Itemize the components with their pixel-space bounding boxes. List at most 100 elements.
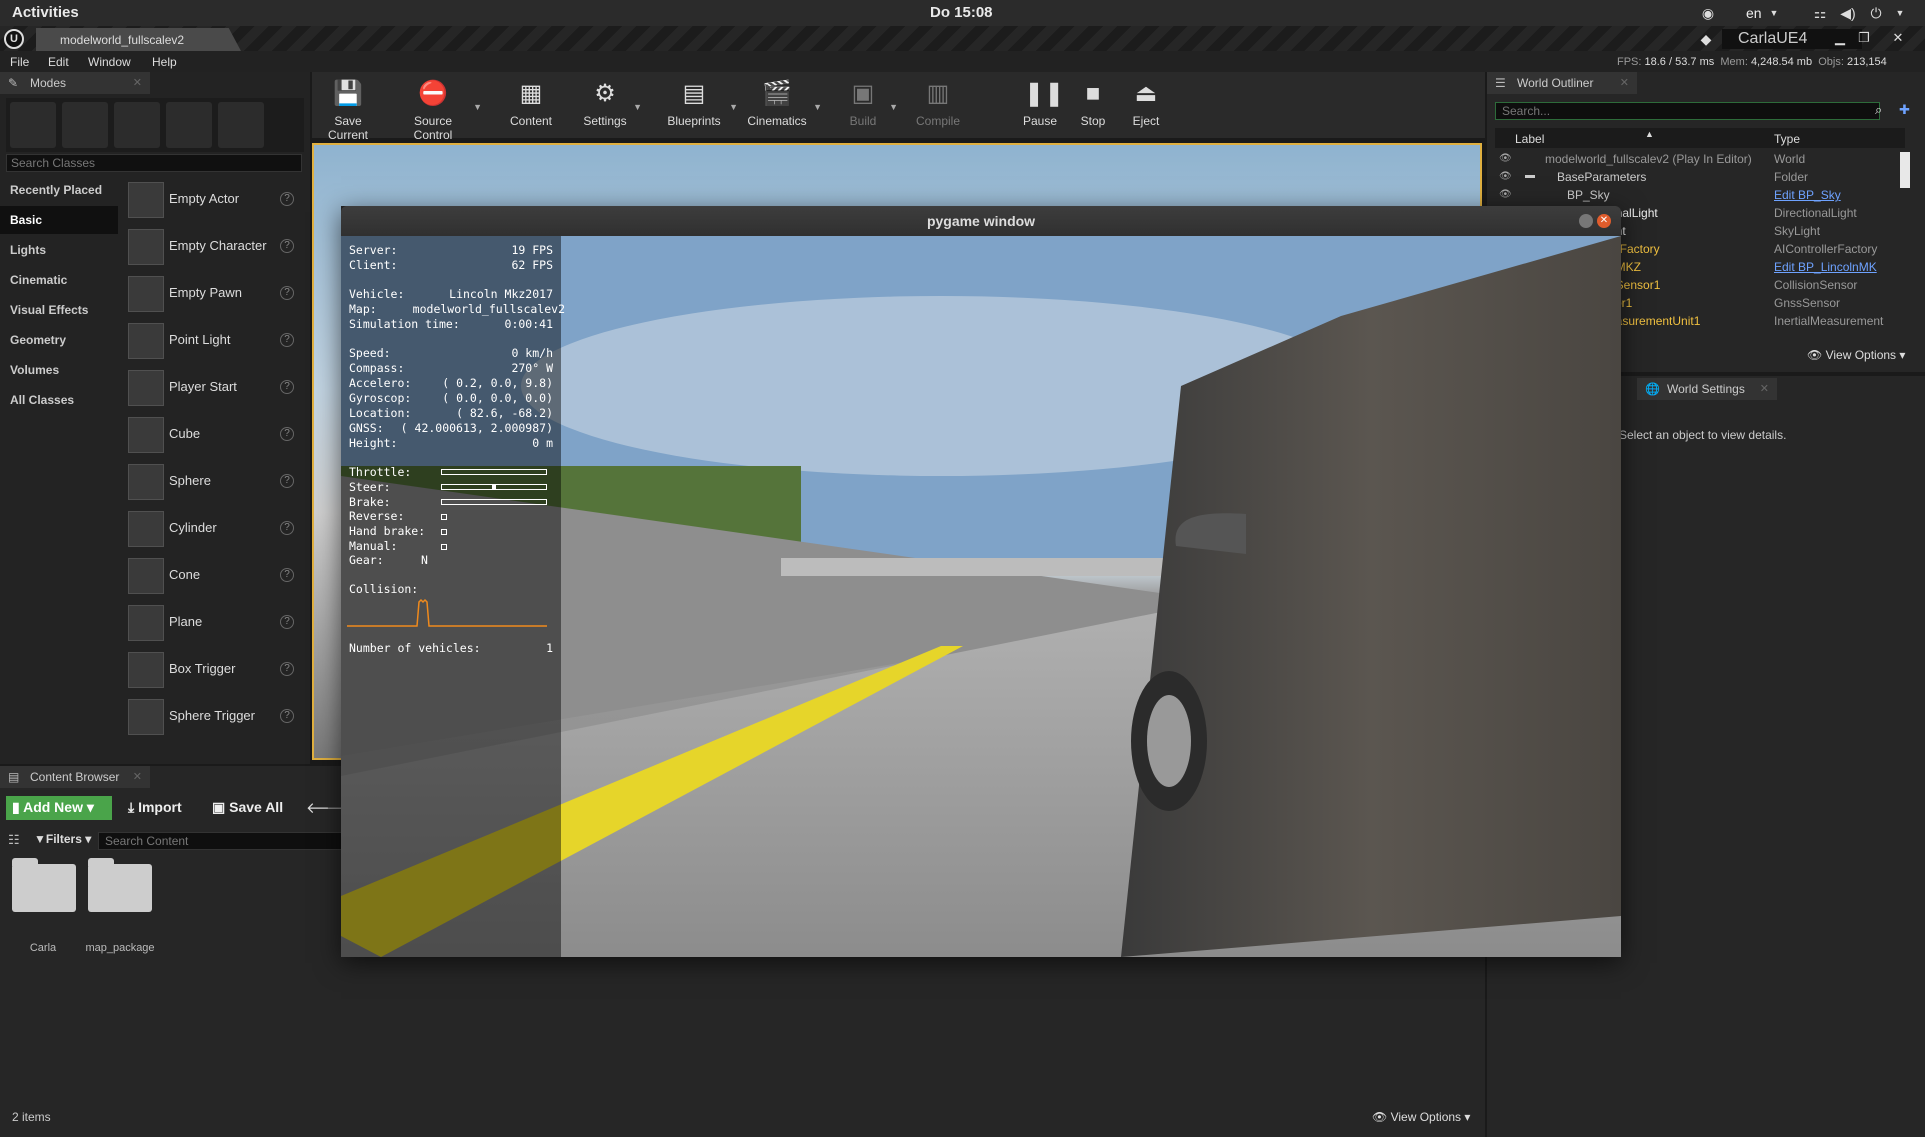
menu-window[interactable]: Window (88, 55, 131, 69)
outliner-scrollbar[interactable] (1900, 152, 1910, 188)
save-current-button[interactable]: 💾 Save Current (316, 76, 380, 142)
settings-button[interactable]: ⚙ Settings ▼ (580, 76, 642, 136)
import-button[interactable]: ⤓ Import (122, 796, 188, 820)
class-item-sphere-trigger[interactable]: Sphere Trigger? (124, 695, 302, 739)
add-folder-icon[interactable]: ✚ (1899, 102, 1910, 118)
minimize-icon[interactable]: ▁ (1828, 30, 1852, 46)
class-item-player-start[interactable]: Player Start? (124, 366, 302, 410)
eye-icon[interactable]: 👁 (1499, 189, 1512, 200)
tab-content-browser[interactable]: ▤ Content Browser ✕ (0, 766, 150, 788)
eye-icon[interactable]: 👁 (1499, 153, 1512, 164)
help-icon[interactable]: ? (280, 568, 294, 582)
search-classes-input[interactable]: Search Classes (6, 154, 302, 172)
folder-label[interactable]: map_package (80, 942, 160, 954)
restore-icon[interactable]: ❐ (1852, 30, 1876, 46)
close-icon[interactable]: ✕ (1760, 382, 1769, 395)
chevron-down-icon[interactable]: ▼ (633, 102, 642, 112)
class-item-empty-actor[interactable]: Empty Actor? (124, 178, 302, 222)
help-icon[interactable]: ? (280, 192, 294, 206)
folder-label[interactable]: Carla (3, 942, 83, 954)
place-mode-icon[interactable] (10, 102, 56, 148)
content-button[interactable]: ▦ Content (506, 76, 556, 136)
help-icon[interactable]: ? (280, 615, 294, 629)
menu-file[interactable]: File (10, 55, 29, 69)
save-all-button[interactable]: ▣ Save All (206, 796, 289, 820)
class-item-empty-character[interactable]: Empty Character? (124, 225, 302, 269)
outliner-row[interactable]: 👁 ▬ BaseParameters Folder (1495, 168, 1905, 186)
class-item-empty-pawn[interactable]: Empty Pawn? (124, 272, 302, 316)
category-lights[interactable]: Lights (0, 236, 118, 264)
tab-world-outliner[interactable]: ☰ World Outliner ✕ (1487, 72, 1637, 94)
source-control-button[interactable]: ⛔ Source Control ▼ (396, 76, 482, 142)
category-all-classes[interactable]: All Classes (0, 386, 118, 414)
class-item-cube[interactable]: Cube? (124, 413, 302, 457)
power-icon[interactable]: ⏻ (1868, 5, 1884, 21)
outliner-search-input[interactable]: Search... (1495, 102, 1880, 120)
class-item-box-trigger[interactable]: Box Trigger? (124, 648, 302, 692)
foliage-mode-icon[interactable] (166, 102, 212, 148)
help-icon[interactable]: ? (280, 286, 294, 300)
pygame-title[interactable]: pygame window (341, 206, 1621, 236)
add-new-button[interactable]: ▮ Add New ▾ (6, 796, 112, 820)
column-type[interactable]: Type (1774, 132, 1800, 146)
folder-icon[interactable] (88, 858, 152, 912)
close-icon[interactable]: ✕ (1886, 30, 1910, 46)
close-icon[interactable]: ✕ (1597, 214, 1611, 228)
help-icon[interactable]: ? (280, 333, 294, 347)
paint-mode-icon[interactable] (62, 102, 108, 148)
geometry-mode-icon[interactable] (218, 102, 264, 148)
outliner-row[interactable]: 👁 modelworld_fullscalev2 (Play In Editor)… (1495, 150, 1905, 168)
eject-button[interactable]: ⏏ Eject (1124, 76, 1168, 136)
outliner-row[interactable]: 👁 BP_Sky Edit BP_Sky (1495, 186, 1905, 204)
close-icon[interactable]: ✕ (133, 770, 142, 783)
stop-button[interactable]: ■ Stop (1074, 76, 1112, 136)
activities-button[interactable]: Activities (12, 4, 79, 21)
category-cinematic[interactable]: Cinematic (0, 266, 118, 294)
help-icon[interactable]: ? (280, 521, 294, 535)
minimize-icon[interactable] (1579, 214, 1593, 228)
feedback-icon[interactable]: ◆ (1698, 31, 1714, 47)
class-item-plane[interactable]: Plane? (124, 601, 302, 645)
column-label[interactable]: Label (1515, 132, 1544, 146)
cinematics-button[interactable]: 🎬 Cinematics ▼ (744, 76, 822, 136)
sources-toggle-icon[interactable]: ☷ (8, 832, 20, 848)
language-indicator[interactable]: en (1746, 5, 1762, 21)
edit-bp-sky-link[interactable]: Edit BP_Sky (1774, 188, 1841, 202)
discord-icon[interactable]: ◉ (1700, 5, 1716, 21)
build-button[interactable]: ▣ Build ▼ (840, 76, 898, 136)
category-basic[interactable]: Basic (0, 206, 118, 234)
category-geometry[interactable]: Geometry (0, 326, 118, 354)
category-recently-placed[interactable]: Recently Placed (0, 176, 118, 204)
tab-modes[interactable]: ✎ Modes ✕ (0, 72, 150, 94)
outliner-view-options[interactable]: 👁 View Options ▾ (1807, 348, 1905, 362)
menu-help[interactable]: Help (152, 55, 177, 69)
help-icon[interactable]: ? (280, 427, 294, 441)
eye-icon[interactable]: 👁 (1499, 171, 1512, 182)
class-item-cone[interactable]: Cone? (124, 554, 302, 598)
help-icon[interactable]: ? (280, 239, 294, 253)
class-item-cylinder[interactable]: Cylinder? (124, 507, 302, 551)
filters-button[interactable]: ▼Filters ▾ (34, 832, 91, 846)
help-icon[interactable]: ? (280, 380, 294, 394)
level-tab[interactable]: modelworld_fullscalev2 (36, 28, 241, 51)
tab-world-settings[interactable]: 🌐 World Settings ✕ (1637, 378, 1777, 400)
menu-edit[interactable]: Edit (48, 55, 69, 69)
pause-button[interactable]: ❚❚ Pause (1018, 76, 1064, 136)
landscape-mode-icon[interactable] (114, 102, 160, 148)
blueprints-button[interactable]: ▤ Blueprints ▼ (662, 76, 738, 136)
edit-bp-lincoln-link[interactable]: Edit BP_LincolnMK (1774, 260, 1877, 274)
close-icon[interactable]: ✕ (133, 76, 142, 89)
close-icon[interactable]: ✕ (1620, 76, 1629, 89)
chevron-down-icon[interactable]: ▼ (813, 102, 822, 112)
system-clock[interactable]: Do 15:08 (930, 4, 993, 21)
class-item-point-light[interactable]: Point Light? (124, 319, 302, 363)
help-icon[interactable]: ? (280, 474, 294, 488)
chevron-down-icon[interactable]: ▼ (889, 102, 898, 112)
class-item-sphere[interactable]: Sphere? (124, 460, 302, 504)
content-search-input[interactable]: Search Content (98, 832, 378, 850)
chevron-down-icon[interactable]: ▼ (473, 102, 482, 112)
chevron-down-icon[interactable]: ▼ (729, 102, 738, 112)
category-volumes[interactable]: Volumes (0, 356, 118, 384)
volume-icon[interactable]: ◀) (1840, 5, 1856, 21)
help-icon[interactable]: ? (280, 662, 294, 676)
